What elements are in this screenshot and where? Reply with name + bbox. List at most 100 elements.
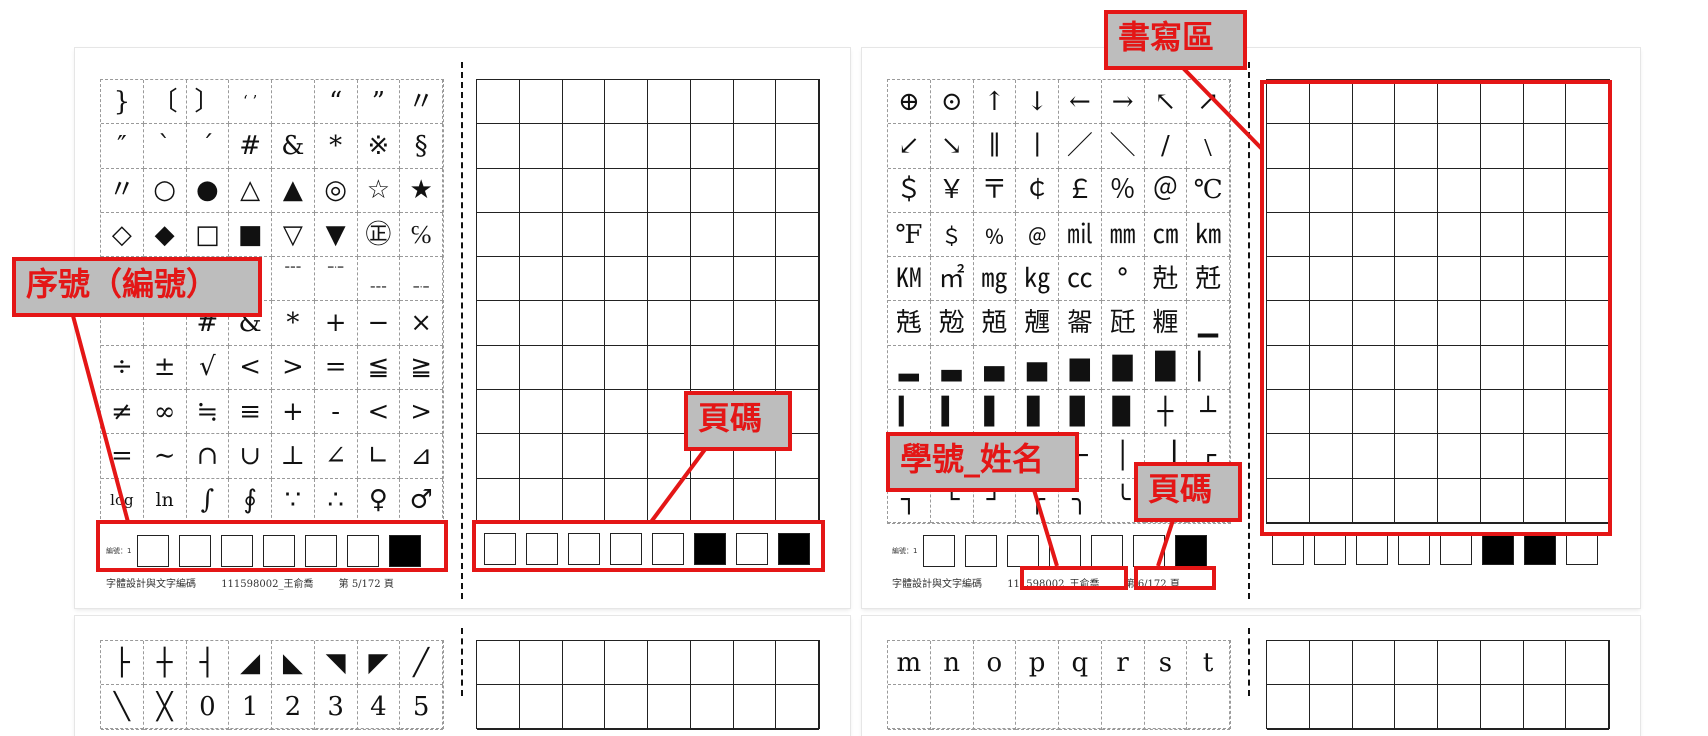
- writing-grid[interactable]: [476, 640, 820, 730]
- writing-cell[interactable]: [690, 212, 734, 258]
- writing-cell[interactable]: [519, 345, 563, 391]
- writing-cell[interactable]: [562, 257, 606, 302]
- writing-cell[interactable]: [477, 685, 520, 730]
- writing-cell[interactable]: [477, 80, 520, 125]
- writing-cell[interactable]: [733, 80, 777, 125]
- writing-cell[interactable]: [1480, 685, 1524, 730]
- writing-cell[interactable]: [1566, 685, 1609, 730]
- writing-grid[interactable]: [1266, 640, 1610, 730]
- writing-cell[interactable]: [605, 434, 648, 479]
- writing-cell[interactable]: [648, 124, 691, 169]
- writing-cell[interactable]: [690, 478, 734, 523]
- writing-cell[interactable]: [648, 212, 691, 258]
- writing-cell[interactable]: [733, 641, 777, 686]
- writing-cell[interactable]: [1395, 641, 1438, 686]
- writing-cell[interactable]: [1523, 641, 1567, 686]
- writing-cell[interactable]: [1395, 685, 1438, 730]
- writing-cell[interactable]: [605, 390, 648, 435]
- writing-cell[interactable]: [477, 345, 520, 391]
- writing-cell[interactable]: [776, 168, 819, 213]
- writing-cell[interactable]: [733, 345, 777, 391]
- writing-cell[interactable]: [776, 301, 819, 346]
- writing-cell[interactable]: [477, 390, 520, 435]
- writing-cell[interactable]: [690, 80, 734, 125]
- writing-cell[interactable]: [776, 212, 819, 258]
- writing-cell[interactable]: [776, 478, 819, 523]
- writing-cell[interactable]: [562, 345, 606, 391]
- writing-cell[interactable]: [562, 434, 606, 479]
- writing-cell[interactable]: [562, 212, 606, 258]
- writing-cell[interactable]: [562, 301, 606, 346]
- writing-cell[interactable]: [1309, 685, 1353, 730]
- writing-cell[interactable]: [519, 685, 563, 730]
- writing-cell[interactable]: [477, 641, 520, 686]
- writing-cell[interactable]: [605, 80, 648, 125]
- writing-cell[interactable]: [690, 685, 734, 730]
- writing-cell[interactable]: [648, 685, 691, 730]
- writing-cell[interactable]: [477, 301, 520, 346]
- writing-cell[interactable]: [519, 257, 563, 302]
- writing-cell[interactable]: [648, 641, 691, 686]
- writing-cell[interactable]: [1438, 685, 1481, 730]
- writing-cell[interactable]: [1352, 641, 1396, 686]
- writing-cell[interactable]: [562, 80, 606, 125]
- writing-cell[interactable]: [562, 641, 606, 686]
- writing-grid[interactable]: [476, 79, 820, 524]
- writing-cell[interactable]: [519, 212, 563, 258]
- writing-cell[interactable]: [776, 685, 819, 730]
- writing-cell[interactable]: [519, 641, 563, 686]
- writing-cell[interactable]: [776, 345, 819, 391]
- writing-cell[interactable]: [562, 390, 606, 435]
- writing-cell[interactable]: [519, 301, 563, 346]
- writing-cell[interactable]: [1438, 641, 1481, 686]
- writing-cell[interactable]: [1480, 641, 1524, 686]
- writing-cell[interactable]: [776, 641, 819, 686]
- writing-cell[interactable]: [477, 168, 520, 213]
- writing-cell[interactable]: [519, 124, 563, 169]
- writing-cell[interactable]: [733, 685, 777, 730]
- writing-cell[interactable]: [605, 212, 648, 258]
- writing-cell[interactable]: [776, 257, 819, 302]
- writing-cell[interactable]: [605, 124, 648, 169]
- writing-cell[interactable]: [605, 685, 648, 730]
- writing-cell[interactable]: [690, 124, 734, 169]
- writing-cell[interactable]: [519, 80, 563, 125]
- writing-cell[interactable]: [648, 345, 691, 391]
- writing-cell[interactable]: [648, 301, 691, 346]
- writing-cell[interactable]: [733, 478, 777, 523]
- writing-cell[interactable]: [605, 257, 648, 302]
- writing-cell[interactable]: [519, 168, 563, 213]
- writing-cell[interactable]: [605, 168, 648, 213]
- writing-cell[interactable]: [1309, 641, 1353, 686]
- writing-cell[interactable]: [1523, 685, 1567, 730]
- writing-cell[interactable]: [1267, 641, 1310, 686]
- writing-cell[interactable]: [648, 478, 691, 523]
- writing-cell[interactable]: [605, 641, 648, 686]
- writing-cell[interactable]: [776, 80, 819, 125]
- writing-cell[interactable]: [477, 478, 520, 523]
- writing-cell[interactable]: [562, 478, 606, 523]
- writing-cell[interactable]: [690, 301, 734, 346]
- writing-cell[interactable]: [690, 168, 734, 213]
- writing-cell[interactable]: [477, 434, 520, 479]
- writing-cell[interactable]: [690, 641, 734, 686]
- writing-cell[interactable]: [733, 301, 777, 346]
- writing-cell[interactable]: [733, 124, 777, 169]
- writing-cell[interactable]: [605, 301, 648, 346]
- writing-cell[interactable]: [519, 434, 563, 479]
- writing-cell[interactable]: [477, 124, 520, 169]
- writing-cell[interactable]: [562, 124, 606, 169]
- writing-cell[interactable]: [1566, 641, 1609, 686]
- writing-cell[interactable]: [605, 345, 648, 391]
- writing-cell[interactable]: [562, 168, 606, 213]
- writing-cell[interactable]: [562, 685, 606, 730]
- writing-cell[interactable]: [477, 212, 520, 258]
- writing-cell[interactable]: [477, 257, 520, 302]
- writing-cell[interactable]: [733, 257, 777, 302]
- writing-cell[interactable]: [519, 478, 563, 523]
- writing-cell[interactable]: [648, 168, 691, 213]
- writing-cell[interactable]: [519, 390, 563, 435]
- writing-cell[interactable]: [1267, 685, 1310, 730]
- writing-cell[interactable]: [690, 257, 734, 302]
- writing-cell[interactable]: [648, 80, 691, 125]
